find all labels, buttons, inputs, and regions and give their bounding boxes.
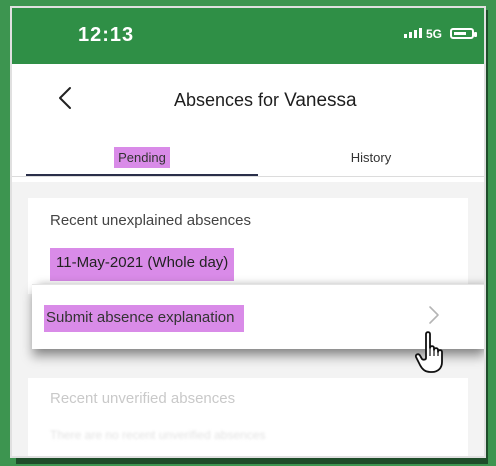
tab-pending-label: Pending [114,146,170,168]
battery-icon [450,28,477,39]
page-title-text: Absences for [174,90,280,110]
tab-history-label: History [350,149,392,165]
signal-icon [404,28,422,38]
phone-screen: 12:13 5G Absences for Vanessa Pending Hi… [12,8,484,456]
status-bar: 12:13 5G [12,8,484,64]
app-header: Absences for Vanessa [12,64,484,144]
section-label-unexplained: Recent unexplained absences [50,212,251,229]
tab-history[interactable]: History [258,134,484,180]
unexplained-absences-card: Recent unexplained absences 11-May-2021 … [28,198,468,294]
submit-explanation-label: Submit absence explanation [44,305,245,332]
hand-cursor-icon [414,331,443,373]
chevron-right-icon [429,306,439,324]
status-time: 12:13 [78,24,135,46]
section-label-unverified: Recent unverified absences [50,390,236,407]
unverified-empty-text: There are no recent unverified absences [50,428,266,442]
network-type: 5G [426,27,443,41]
tab-bar: Pending History [12,134,484,182]
absence-item: 11-May-2021 (Whole day) [50,248,235,281]
student-name: Vanessa [284,90,357,111]
main-content: Recent unexplained absences 11-May-2021 … [12,182,484,456]
tab-divider [12,176,484,177]
tab-selected-indicator [26,174,258,176]
page-title: Absences for Vanessa [174,90,357,112]
unverified-absences-card: Recent unverified absences There are no … [28,378,468,456]
chevron-left-icon[interactable] [52,84,80,112]
